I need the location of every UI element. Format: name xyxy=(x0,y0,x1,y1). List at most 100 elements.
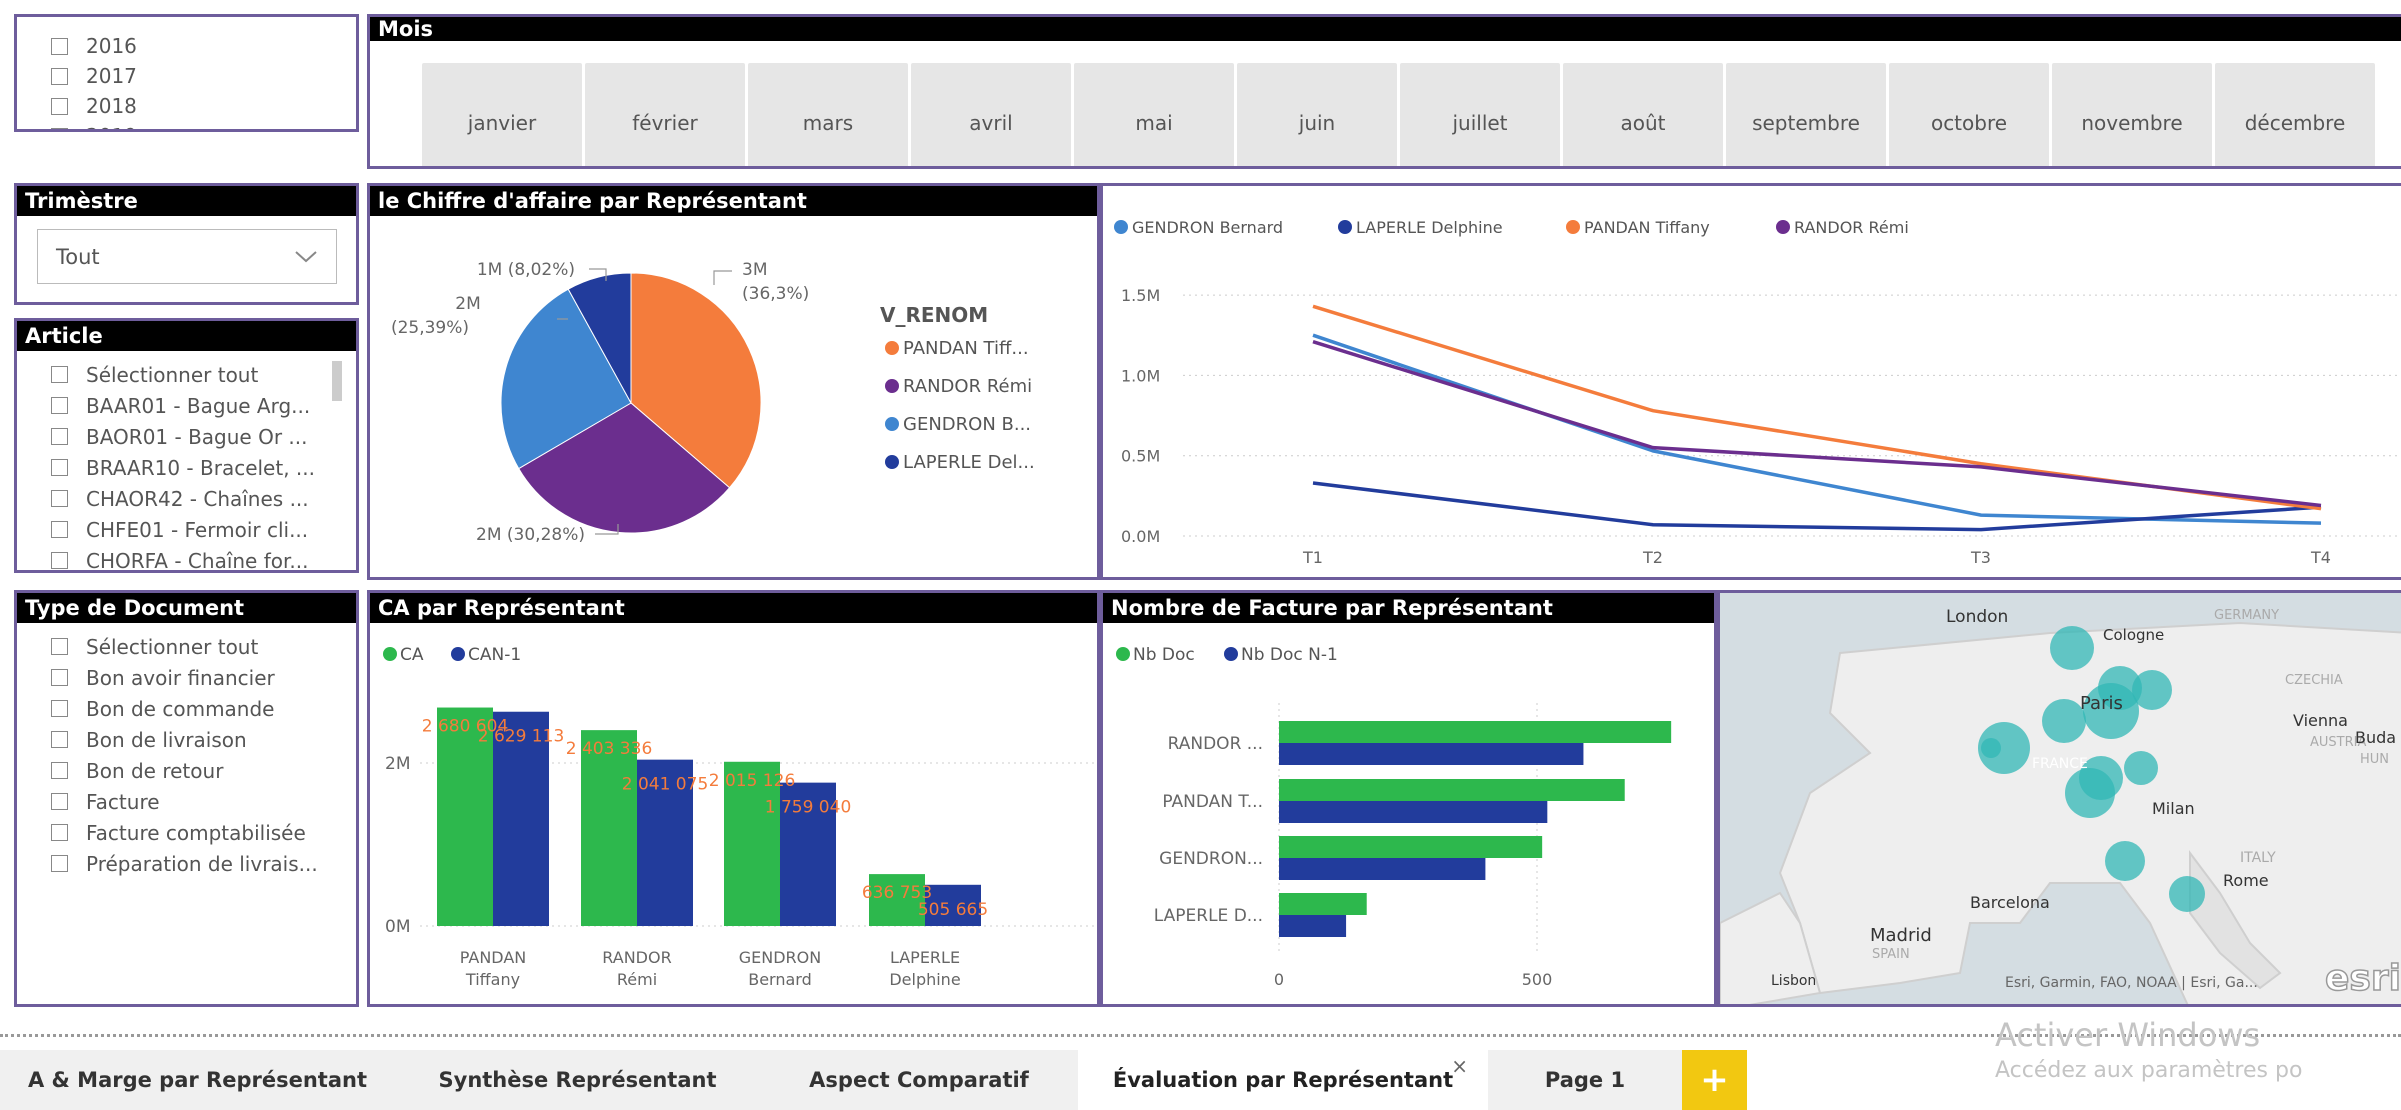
checkbox[interactable] xyxy=(51,700,68,717)
month-button[interactable]: mai xyxy=(1074,63,1234,166)
year-item[interactable]: 2016 xyxy=(51,31,356,61)
article-scrollbar[interactable] xyxy=(332,361,342,401)
checkbox[interactable] xyxy=(51,793,68,810)
checkbox[interactable] xyxy=(51,855,68,872)
map[interactable]: London GERMANYCologneCZECHIAParisViennaAU… xyxy=(1720,593,2401,1007)
article-label: CHORFA - Chaîne for... xyxy=(86,548,309,573)
checkbox[interactable] xyxy=(51,127,68,129)
trimestre-title: Trimèstre xyxy=(17,186,356,216)
month-button[interactable]: novembre xyxy=(2052,63,2212,166)
y-category-label: PANDAN T... xyxy=(1162,792,1263,812)
document-type-item[interactable]: Préparation de livrais... xyxy=(51,848,351,879)
y-tick-label: 0.0M xyxy=(1121,527,1160,546)
article-item[interactable]: BAAR01 - Bague Arg... xyxy=(51,390,341,421)
article-item[interactable]: Sélectionner tout xyxy=(51,359,341,390)
legend-dot xyxy=(885,455,899,469)
month-button[interactable]: décembre xyxy=(2215,63,2375,166)
line-series[interactable] xyxy=(1312,304,2322,511)
x-category-line: LAPERLE xyxy=(890,948,960,967)
map-bubble[interactable] xyxy=(2169,876,2205,912)
year-item[interactable]: 2018 xyxy=(51,91,356,121)
close-tab-icon[interactable]: × xyxy=(1451,1054,1468,1078)
map-place-label: Madrid xyxy=(1870,925,1932,946)
page-tab[interactable]: Évaluation par Représentant × xyxy=(1078,1050,1489,1110)
legend-dot xyxy=(1116,647,1130,661)
article-item[interactable]: CHORFA - Chaîne for... xyxy=(51,545,341,573)
checkbox[interactable] xyxy=(51,366,68,383)
x-tick-label: 500 xyxy=(1522,970,1553,989)
checkbox[interactable] xyxy=(51,552,68,569)
checkbox[interactable] xyxy=(51,521,68,538)
month-button[interactable]: octobre xyxy=(1889,63,2049,166)
article-item[interactable]: BAOR01 - Bague Or ... xyxy=(51,421,341,452)
year-item[interactable]: 2017 xyxy=(51,61,356,91)
document-type-item[interactable]: Bon de livraison xyxy=(51,724,351,755)
add-page-button[interactable]: + xyxy=(1682,1050,1747,1110)
map-attribution: Esri, Garmin, FAO, NOAA | Esri, Ga... xyxy=(2005,975,2258,991)
month-button[interactable]: mars xyxy=(748,63,908,166)
map-bubble[interactable] xyxy=(2105,841,2145,881)
trimestre-dropdown[interactable]: Tout xyxy=(37,229,337,284)
page-tab[interactable]: Aspect Comparatif xyxy=(760,1050,1079,1110)
nb-doc-n1-bar[interactable] xyxy=(1279,801,1548,823)
checkbox[interactable] xyxy=(51,67,68,85)
page-tab[interactable]: Page 1 xyxy=(1488,1050,1683,1110)
checkbox[interactable] xyxy=(51,762,68,779)
checkbox[interactable] xyxy=(51,97,68,115)
nb-doc-n1-bar[interactable] xyxy=(1279,915,1347,937)
map-place-label: Milan xyxy=(2152,799,2195,818)
year-label: 2017 xyxy=(86,64,137,88)
map-bubble[interactable] xyxy=(2124,751,2158,785)
map-bubble[interactable] xyxy=(1981,738,2001,758)
month-slicer: Mois janvier février mars avril mai juin juill… xyxy=(367,14,2401,169)
article-item[interactable]: CHFE01 - Fermoir cli... xyxy=(51,514,341,545)
page-tab[interactable]: A & Marge par Représentant xyxy=(0,1050,396,1110)
nb-doc-n1-bar[interactable] xyxy=(1279,858,1486,880)
chevron-down-icon xyxy=(294,245,318,269)
checkbox[interactable] xyxy=(51,669,68,686)
checkbox[interactable] xyxy=(51,638,68,655)
year-item[interactable]: 2019 xyxy=(51,121,356,129)
ca-bar[interactable] xyxy=(581,730,637,926)
document-type-item[interactable]: Bon avoir financier xyxy=(51,662,351,693)
document-type-label: Bon avoir financier xyxy=(86,665,275,690)
month-button[interactable]: février xyxy=(585,63,745,166)
month-button[interactable]: juillet xyxy=(1400,63,1560,166)
checkbox[interactable] xyxy=(51,490,68,507)
map-bubble[interactable] xyxy=(2132,670,2172,710)
map-place-label: Barcelona xyxy=(1970,893,2050,912)
article-list: Sélectionner tout BAAR01 - Bague Arg... BA… xyxy=(51,359,341,573)
y-tick-label: 1.0M xyxy=(1121,366,1160,385)
pie-legend-label: RANDOR Rémi xyxy=(903,376,1032,397)
document-type-item[interactable]: Sélectionner tout xyxy=(51,631,351,662)
document-type-item[interactable]: Facture comptabilisée xyxy=(51,817,351,848)
checkbox[interactable] xyxy=(51,824,68,841)
article-item[interactable]: CHAOR42 - Chaînes ... xyxy=(51,483,341,514)
checkbox[interactable] xyxy=(51,459,68,476)
month-button[interactable]: avril xyxy=(911,63,1071,166)
nb-doc-bar[interactable] xyxy=(1279,721,1672,743)
nb-doc-n1-bar[interactable] xyxy=(1279,743,1584,765)
map-panel[interactable]: London GERMANY Cologne CZECHIA Paris Vienna AU… xyxy=(1717,590,2401,1007)
line-legend-label: GENDRON Bernard xyxy=(1132,218,1283,237)
line-series[interactable] xyxy=(1312,333,2322,525)
checkbox[interactable] xyxy=(51,731,68,748)
checkbox[interactable] xyxy=(51,37,68,55)
document-type-item[interactable]: Facture xyxy=(51,786,351,817)
nb-doc-bar[interactable] xyxy=(1279,779,1625,801)
article-item[interactable]: BRAAR10 - Bracelet, ... xyxy=(51,452,341,483)
month-button[interactable]: septembre xyxy=(1726,63,1886,166)
nb-doc-bar[interactable] xyxy=(1279,836,1543,858)
checkbox[interactable] xyxy=(51,397,68,414)
legend-dot xyxy=(1566,220,1580,234)
checkbox[interactable] xyxy=(51,428,68,445)
month-button[interactable]: juin xyxy=(1237,63,1397,166)
page-tab[interactable]: Synthèse Représentant xyxy=(395,1050,761,1110)
month-button[interactable]: janvier xyxy=(422,63,582,166)
document-type-item[interactable]: Bon de commande xyxy=(51,693,351,724)
line-series[interactable] xyxy=(1312,339,2322,508)
document-type-item[interactable]: Bon de retour xyxy=(51,755,351,786)
nb-doc-bar[interactable] xyxy=(1279,893,1367,915)
month-button[interactable]: août xyxy=(1563,63,1723,166)
map-bubble[interactable] xyxy=(2050,626,2094,670)
